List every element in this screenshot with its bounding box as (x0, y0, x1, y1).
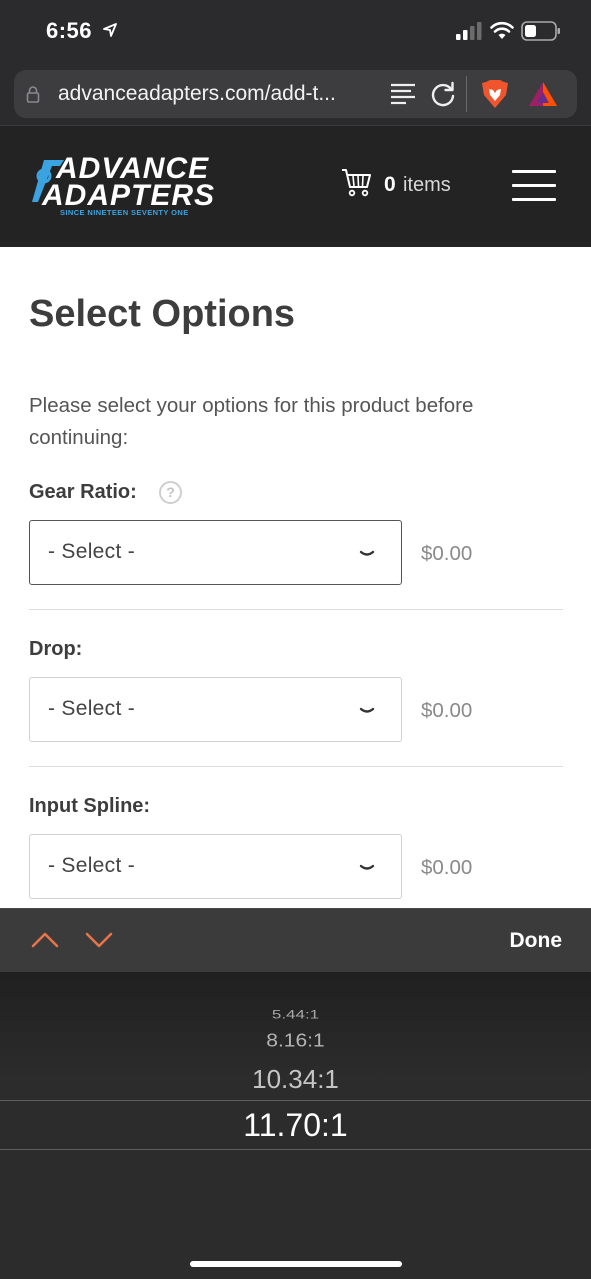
picker-item[interactable]: 10.34:1 (0, 1064, 591, 1095)
reader-mode-icon[interactable] (390, 82, 416, 106)
url-field[interactable]: advanceadapters.com/add-t... (14, 70, 577, 118)
browser-bar: advanceadapters.com/add-t... (0, 62, 591, 126)
chevron-up-icon[interactable] (30, 931, 60, 949)
gear-ratio-label: Gear Ratio: (29, 481, 137, 503)
drop-select-value: - Select - (48, 697, 136, 720)
picker-item[interactable]: 8.16:1 (0, 1030, 591, 1052)
input-spline-price: $0.00 (421, 856, 473, 879)
location-arrow-icon (103, 23, 117, 37)
chevron-down-icon (359, 550, 375, 556)
page-title: Select Options (29, 293, 296, 335)
picker-wheel[interactable]: 5.44:1 8.16:1 10.34:1 11.70:1 (0, 972, 591, 1279)
picker-item[interactable]: 5.44:1 (0, 1008, 591, 1022)
cart-icon[interactable] (341, 167, 373, 199)
drop-price: $0.00 (421, 699, 473, 722)
input-spline-select-value: - Select - (48, 854, 136, 877)
site-logo[interactable]: ADVANCE ADAPTERS SINCE NINETEEN SEVENTY … (30, 154, 235, 218)
status-time: 6:56 (46, 18, 93, 43)
menu-icon[interactable] (512, 168, 556, 202)
cart-count[interactable]: 0 (384, 173, 396, 197)
status-bar: 6:56 (0, 0, 591, 62)
divider (29, 766, 563, 767)
main-content: Select Options Please select your option… (0, 247, 591, 908)
input-spline-select[interactable]: - Select - (29, 834, 402, 899)
site-header: ADVANCE ADAPTERS SINCE NINETEEN SEVENTY … (0, 126, 591, 247)
url-divider (466, 76, 467, 112)
drop-select[interactable]: - Select - (29, 677, 402, 742)
gear-ratio-select[interactable]: - Select - (29, 520, 402, 585)
logo-tagline: SINCE NINETEEN SEVENTY ONE (60, 208, 189, 217)
chevron-down-icon (359, 707, 375, 713)
url-text[interactable]: advanceadapters.com/add-t... (58, 82, 336, 106)
signal-icon (456, 22, 482, 40)
brave-shield-icon[interactable] (481, 79, 509, 109)
gear-ratio-select-value: - Select - (48, 540, 136, 563)
lock-icon (26, 86, 40, 103)
input-spline-label: Input Spline: (29, 795, 151, 817)
reload-icon[interactable] (430, 81, 456, 107)
chevron-down-icon[interactable] (84, 931, 114, 949)
chevron-down-icon (359, 864, 375, 870)
home-indicator[interactable] (190, 1261, 402, 1267)
help-icon[interactable]: ? (159, 481, 182, 504)
drop-label: Drop: (29, 638, 83, 660)
cart-label[interactable]: items (403, 174, 451, 197)
gear-ratio-price: $0.00 (421, 542, 473, 565)
logo-line2: ADAPTERS (42, 179, 216, 212)
keyboard-toolbar: Done (0, 908, 591, 972)
intro-text: Please select your options for this prod… (29, 394, 474, 449)
battery-icon (521, 21, 560, 41)
bat-rewards-icon[interactable] (528, 81, 558, 107)
picker-selected-item[interactable]: 11.70:1 (0, 1107, 591, 1144)
done-button[interactable]: Done (510, 929, 563, 953)
divider (29, 609, 563, 610)
wifi-icon (490, 21, 514, 39)
